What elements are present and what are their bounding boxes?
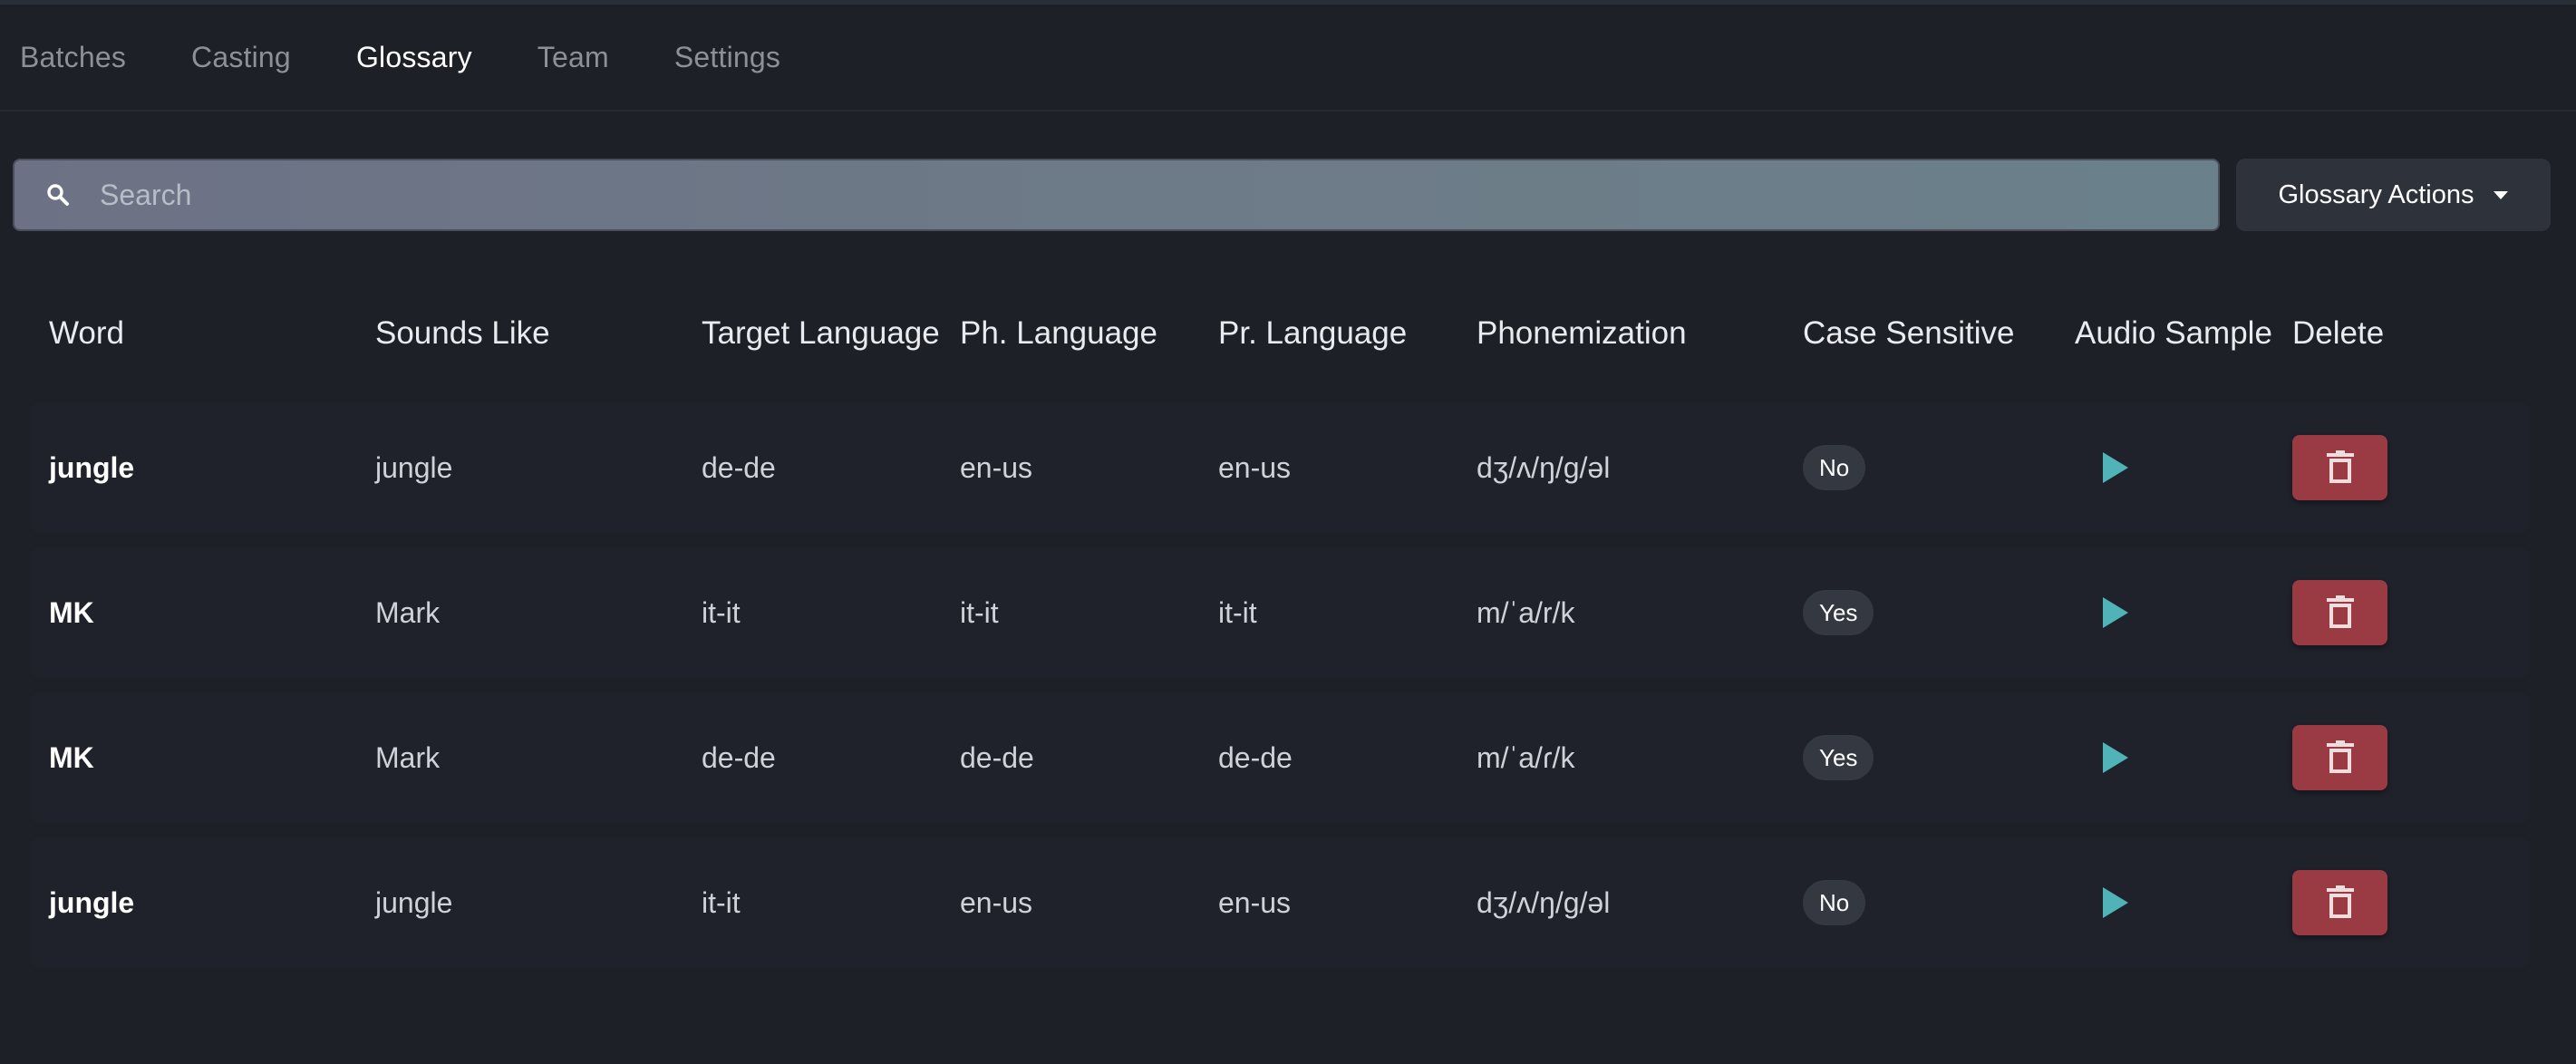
table-header: Word Sounds Like Target Language Ph. Lan…: [0, 308, 2576, 363]
search-bar: [13, 159, 2220, 231]
play-icon[interactable]: [2103, 452, 2128, 483]
column-header-audio-sample: Audio Sample: [2075, 315, 2272, 351]
ph-language-cell: en-us: [960, 885, 1033, 919]
caret-down-icon: [2494, 190, 2509, 199]
delete-button[interactable]: [2292, 725, 2387, 790]
trash-icon: [2326, 450, 2354, 483]
table-row: MK Mark de-de de-de de-de m/ˈa/ɾ/k Yes: [31, 693, 2529, 822]
play-icon[interactable]: [2103, 887, 2128, 918]
column-header-pr-language: Pr. Language: [1218, 315, 1408, 351]
table-row: jungle jungle de-de en-us en-us dʒ/ʌ/ŋ/g…: [31, 403, 2529, 532]
ph-language-cell: it-it: [960, 595, 999, 629]
table-row: MK Mark it-it it-it it-it m/ˈa/r/k Yes: [31, 548, 2529, 677]
tab-team[interactable]: Team: [537, 41, 609, 74]
case-sensitive-badge: No: [1803, 445, 1866, 490]
glossary-actions-button[interactable]: Glossary Actions: [2236, 159, 2551, 231]
column-header-case-sensitive: Case Sensitive: [1803, 315, 2015, 351]
pr-language-cell: de-de: [1218, 740, 1293, 774]
nav-tabs: Batches Casting Glossary Team Settings: [0, 5, 2576, 111]
column-header-sounds-like: Sounds Like: [375, 315, 550, 351]
tab-casting[interactable]: Casting: [191, 41, 291, 74]
play-icon[interactable]: [2103, 597, 2128, 628]
tab-settings[interactable]: Settings: [674, 41, 780, 74]
ph-language-cell: de-de: [960, 740, 1034, 774]
word-cell: jungle: [49, 450, 135, 484]
column-header-target-language: Target Language: [702, 315, 940, 351]
search-icon: [45, 182, 71, 208]
phonemization-cell: dʒ/ʌ/ŋ/g/əl: [1477, 450, 1611, 484]
audio-sample-cell: [2097, 693, 2128, 822]
delete-cell: [2292, 548, 2387, 677]
delete-button[interactable]: [2292, 580, 2387, 645]
case-sensitive-badge: Yes: [1803, 590, 1874, 635]
column-header-ph-language: Ph. Language: [960, 315, 1157, 351]
case-sensitive-badge: No: [1803, 880, 1866, 925]
column-header-delete: Delete: [2292, 315, 2385, 351]
trash-icon: [2326, 885, 2354, 918]
tab-batches[interactable]: Batches: [20, 41, 126, 74]
pr-language-cell: en-us: [1218, 450, 1292, 484]
sounds-like-cell: jungle: [375, 885, 453, 919]
pr-language-cell: en-us: [1218, 885, 1292, 919]
audio-sample-cell: [2097, 548, 2128, 677]
audio-sample-cell: [2097, 403, 2128, 532]
glossary-actions-label: Glossary Actions: [2278, 179, 2474, 209]
phonemization-cell: m/ˈa/ɾ/k: [1477, 740, 1575, 774]
tab-glossary[interactable]: Glossary: [356, 41, 472, 74]
target-language-cell: it-it: [702, 595, 741, 629]
sounds-like-cell: Mark: [375, 740, 441, 774]
delete-cell: [2292, 838, 2387, 967]
toolbar: Glossary Actions: [13, 159, 2551, 231]
phonemization-cell: dʒ/ʌ/ŋ/g/əl: [1477, 885, 1611, 919]
word-cell: jungle: [49, 885, 135, 919]
case-sensitive-cell: Yes: [1803, 693, 1874, 822]
column-header-word: Word: [49, 315, 124, 351]
case-sensitive-cell: No: [1803, 838, 1866, 967]
target-language-cell: it-it: [702, 885, 741, 919]
sounds-like-cell: jungle: [375, 450, 453, 484]
table-row: jungle jungle it-it en-us en-us dʒ/ʌ/ŋ/g…: [31, 838, 2529, 967]
case-sensitive-cell: No: [1803, 403, 1866, 532]
delete-cell: [2292, 403, 2387, 532]
word-cell: MK: [49, 740, 94, 774]
delete-cell: [2292, 693, 2387, 822]
target-language-cell: de-de: [702, 740, 776, 774]
delete-button[interactable]: [2292, 435, 2387, 500]
case-sensitive-cell: Yes: [1803, 548, 1874, 677]
audio-sample-cell: [2097, 838, 2128, 967]
word-cell: MK: [49, 595, 94, 629]
ph-language-cell: en-us: [960, 450, 1033, 484]
trash-icon: [2326, 740, 2354, 773]
phonemization-cell: m/ˈa/r/k: [1477, 595, 1575, 629]
target-language-cell: de-de: [702, 450, 776, 484]
trash-icon: [2326, 595, 2354, 628]
sounds-like-cell: Mark: [375, 595, 441, 629]
delete-button[interactable]: [2292, 870, 2387, 935]
search-input[interactable]: [100, 160, 2218, 229]
play-icon[interactable]: [2103, 742, 2128, 773]
app-root: Batches Casting Glossary Team Settings G…: [0, 0, 2576, 1064]
pr-language-cell: it-it: [1218, 595, 1257, 629]
column-header-phonemization: Phonemization: [1477, 315, 1687, 351]
case-sensitive-badge: Yes: [1803, 735, 1874, 780]
